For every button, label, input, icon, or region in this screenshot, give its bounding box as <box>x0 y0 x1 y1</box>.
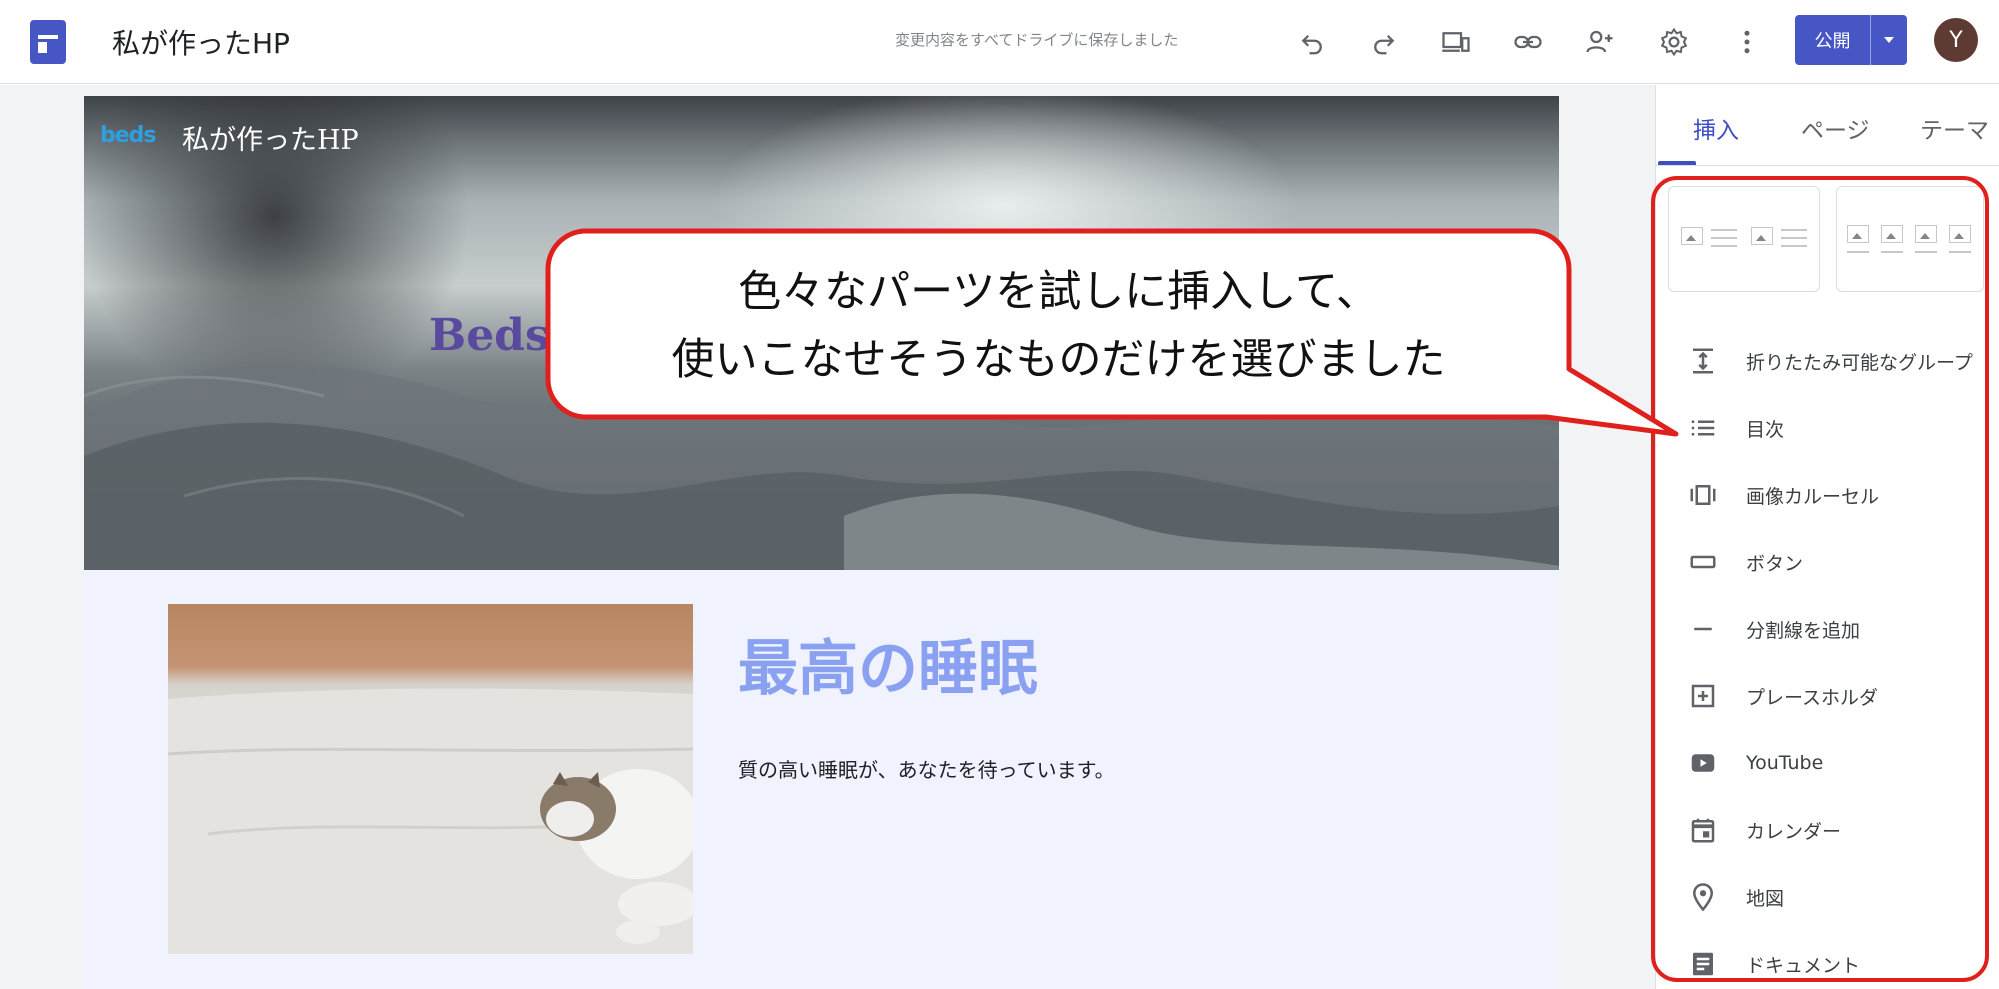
site-logo[interactable]: beds <box>100 123 158 149</box>
publish-button[interactable]: 公開 <box>1795 15 1907 65</box>
redo-icon[interactable] <box>1364 22 1404 62</box>
document-title[interactable]: 私が作ったHP <box>112 22 290 62</box>
highlight-outline <box>1651 176 1989 982</box>
site-title[interactable]: 私が作ったHP <box>182 118 359 157</box>
google-sites-logo-icon[interactable] <box>30 20 66 64</box>
undo-icon[interactable] <box>1292 22 1332 62</box>
speech-bubble-line-1: 色々なパーツを試しに挿入して、 <box>738 267 1379 317</box>
save-status-text: 変更内容をすべてドライブに保存しました <box>895 31 1179 49</box>
sleeping-cat-photo[interactable] <box>168 604 693 954</box>
link-icon[interactable] <box>1508 22 1548 62</box>
top-app-bar: 私が作ったHP 変更内容をすべてドライブに保存しました 公開 Y <box>0 0 1999 84</box>
avatar[interactable]: Y <box>1934 18 1978 62</box>
more-vert-icon[interactable] <box>1727 22 1767 62</box>
cat-on-bed-illustration <box>168 688 693 954</box>
publish-dropdown-icon[interactable] <box>1871 15 1907 65</box>
section-title[interactable]: 最高の睡眠 <box>738 620 1038 707</box>
tab-insert[interactable]: 挿入 <box>1693 111 1739 145</box>
settings-gear-icon[interactable] <box>1654 22 1694 62</box>
panel-divider <box>1656 165 1999 166</box>
site-logo-text: beds <box>100 123 157 148</box>
preview-device-icon[interactable] <box>1436 22 1476 62</box>
tab-themes[interactable]: テーマ <box>1920 111 1989 145</box>
publish-button-label[interactable]: 公開 <box>1795 15 1871 65</box>
tab-pages[interactable]: ページ <box>1801 111 1870 145</box>
section-description[interactable]: 質の高い睡眠が、あなたを待っています。 <box>738 754 1115 783</box>
speech-bubble-line-2: 使いこなせそうなものだけを選びました <box>671 335 1446 385</box>
share-user-add-icon[interactable] <box>1580 22 1620 62</box>
speech-bubble-text: 色々なパーツを試しに挿入して、 使いこなせそうなものだけを選びました <box>546 258 1571 394</box>
